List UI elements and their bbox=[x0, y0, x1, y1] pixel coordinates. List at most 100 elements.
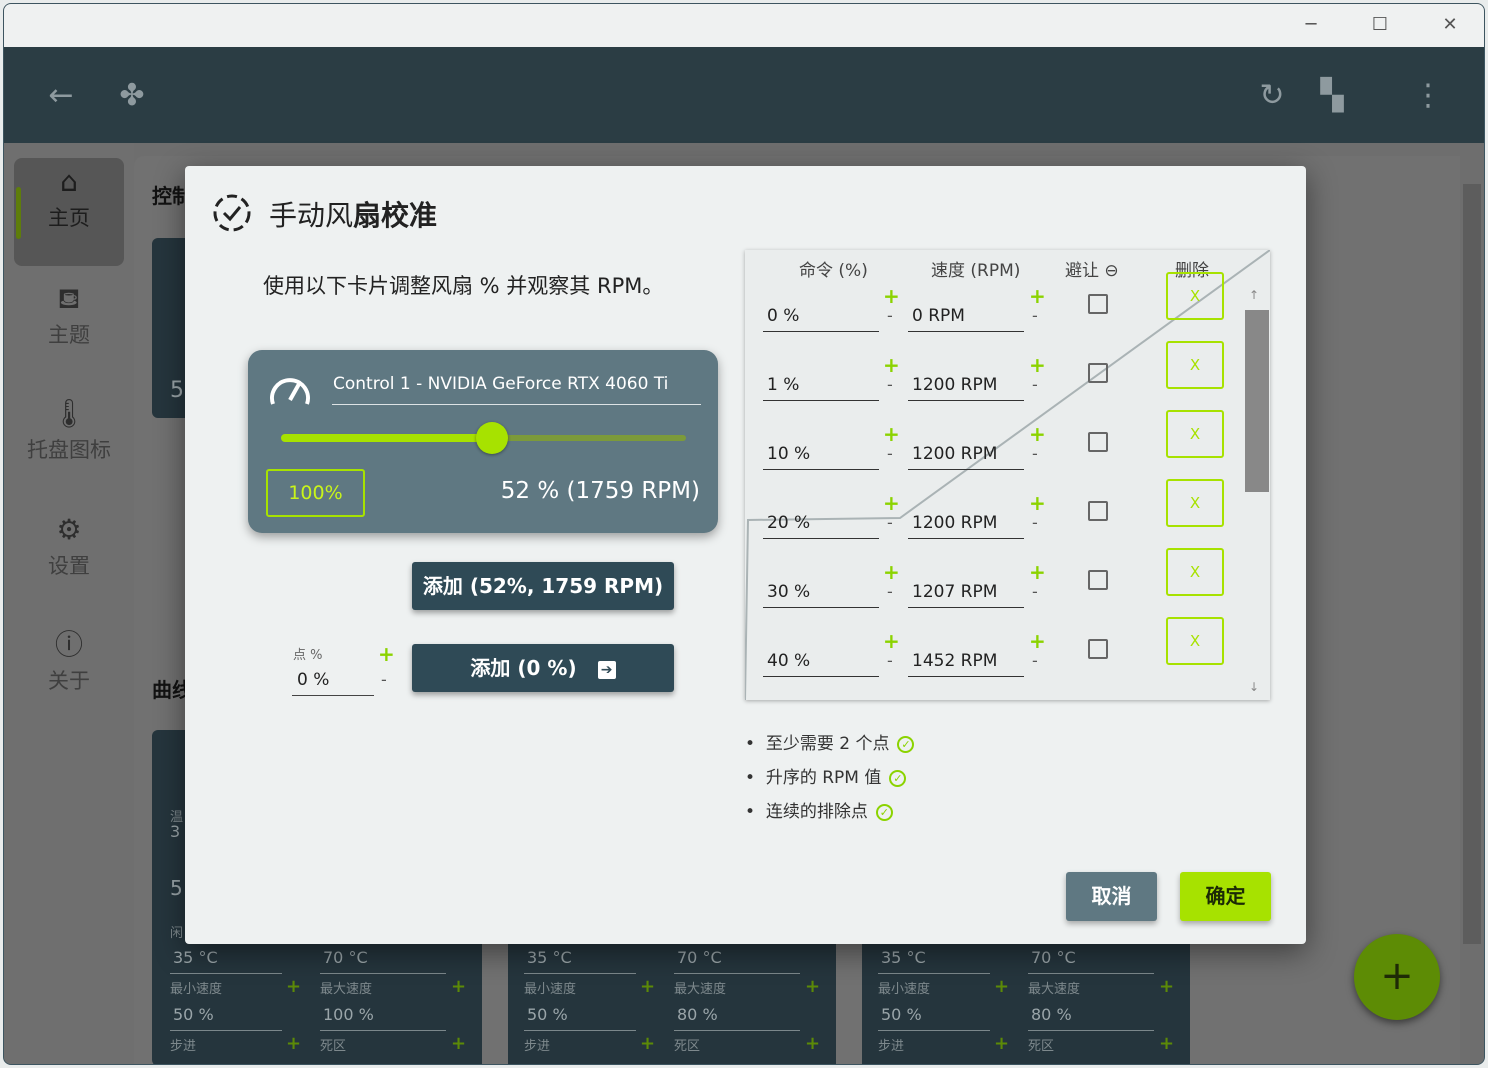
dialog-intro: 使用以下卡片调整风扇 % 并观察其 RPM。 bbox=[263, 274, 664, 298]
speed-increment-button[interactable]: + bbox=[1029, 629, 1046, 653]
speed-increment-button[interactable]: + bbox=[1029, 284, 1046, 308]
cmd-input[interactable]: 20 % bbox=[767, 513, 810, 533]
add-point-button[interactable]: 添加 (0 %) ➔ bbox=[412, 644, 674, 692]
thermometer-icon: 🌡 bbox=[51, 397, 87, 430]
cmd-increment-button[interactable]: + bbox=[883, 353, 900, 377]
cmd-increment-button[interactable]: + bbox=[883, 422, 900, 446]
increment-button[interactable]: + bbox=[640, 1033, 655, 1054]
set-100-percent-button[interactable]: 100% bbox=[266, 469, 365, 517]
point-increment-button[interactable]: + bbox=[378, 642, 395, 666]
speed-input[interactable]: 0 RPM bbox=[912, 306, 965, 326]
max-speed-label: 最大速度 bbox=[320, 982, 373, 997]
speed-increment-button[interactable]: + bbox=[1029, 353, 1046, 377]
point-decrement-button[interactable]: - bbox=[381, 670, 387, 689]
increment-button[interactable]: + bbox=[805, 976, 820, 997]
avoid-checkbox[interactable] bbox=[1088, 501, 1108, 521]
avoid-checkbox[interactable] bbox=[1088, 294, 1108, 314]
avoid-checkbox[interactable] bbox=[1088, 363, 1108, 383]
increment-button[interactable]: + bbox=[805, 1033, 820, 1054]
field-underline bbox=[674, 1030, 800, 1031]
point-input[interactable]: 0 % bbox=[297, 670, 329, 690]
delete-row-button[interactable]: X bbox=[1166, 479, 1224, 527]
speed-decrement-button[interactable]: - bbox=[1032, 444, 1038, 463]
rule-text: 连续的排除点 bbox=[765, 802, 868, 822]
maximize-icon[interactable]: ☐ bbox=[1365, 12, 1395, 38]
increment-button[interactable]: + bbox=[640, 976, 655, 997]
cmd-decrement-button[interactable]: - bbox=[887, 306, 893, 325]
cmd-decrement-button[interactable]: - bbox=[887, 444, 893, 463]
cmd-input[interactable]: 30 % bbox=[767, 582, 810, 602]
cmd-decrement-button[interactable]: - bbox=[887, 651, 893, 670]
delete-row-button[interactable]: X bbox=[1166, 548, 1224, 596]
delete-row-button[interactable]: X bbox=[1166, 617, 1224, 665]
increment-button[interactable]: + bbox=[994, 1033, 1009, 1054]
control-readout: 52 % (1759 RPM) bbox=[500, 478, 700, 504]
sidebar-item-settings[interactable]: ⚙ 设置 bbox=[14, 506, 124, 614]
avoid-checkbox[interactable] bbox=[1088, 570, 1108, 590]
field-underline bbox=[878, 973, 990, 974]
delete-row-button[interactable]: X bbox=[1166, 341, 1224, 389]
field-underline bbox=[320, 1030, 446, 1031]
add-current-point-button[interactable]: 添加 (52%, 1759 RPM) bbox=[412, 562, 674, 610]
cancel-button[interactable]: 取消 bbox=[1066, 872, 1157, 921]
increment-button[interactable]: + bbox=[451, 1033, 466, 1054]
scroll-up-icon[interactable]: ↑ bbox=[1249, 288, 1259, 302]
cmd-increment-button[interactable]: + bbox=[883, 491, 900, 515]
arrow-left-icon[interactable]: ← bbox=[41, 76, 81, 116]
dashboard-edit-icon[interactable]: ▚ bbox=[1312, 76, 1352, 116]
scroll-down-icon[interactable]: ↓ bbox=[1249, 680, 1259, 694]
cmd-input[interactable]: 40 % bbox=[767, 651, 810, 671]
increment-button[interactable]: + bbox=[1159, 1033, 1174, 1054]
cmd-decrement-button[interactable]: - bbox=[887, 513, 893, 532]
speed-decrement-button[interactable]: - bbox=[1032, 582, 1038, 601]
speed-input[interactable]: 1200 RPM bbox=[912, 375, 997, 395]
minimize-icon[interactable]: ─ bbox=[1296, 12, 1326, 38]
field-underline bbox=[170, 973, 282, 974]
speed-increment-button[interactable]: + bbox=[1029, 491, 1046, 515]
speed-decrement-button[interactable]: - bbox=[1032, 651, 1038, 670]
increment-button[interactable]: + bbox=[994, 976, 1009, 997]
cmd-input[interactable]: 10 % bbox=[767, 444, 810, 464]
speed-decrement-button[interactable]: - bbox=[1032, 306, 1038, 325]
plus-icon[interactable]: + bbox=[1354, 934, 1440, 1020]
delete-row-button[interactable]: X bbox=[1166, 272, 1224, 320]
cmd-input[interactable]: 1 % bbox=[767, 375, 799, 395]
increment-button[interactable]: + bbox=[451, 976, 466, 997]
increment-button[interactable]: + bbox=[1159, 976, 1174, 997]
speed-decrement-button[interactable]: - bbox=[1032, 375, 1038, 394]
refresh-icon[interactable]: ↻ bbox=[1252, 76, 1292, 116]
cmd-increment-button[interactable]: + bbox=[883, 560, 900, 584]
rule-min-points: • 至少需要 2 个点 ✓ bbox=[745, 729, 915, 754]
sidebar-item-tray-icon[interactable]: 🌡 托盘图标 bbox=[14, 390, 124, 498]
cmd-underline bbox=[763, 538, 879, 539]
cmd-increment-button[interactable]: + bbox=[883, 284, 900, 308]
increment-button[interactable]: + bbox=[286, 1033, 301, 1054]
close-icon[interactable]: ✕ bbox=[1435, 12, 1465, 38]
avoid-checkbox[interactable] bbox=[1088, 432, 1108, 452]
sidebar-item-home[interactable]: ⌂ 主页 bbox=[14, 158, 124, 266]
increment-button[interactable]: + bbox=[286, 976, 301, 997]
speed-increment-button[interactable]: + bbox=[1029, 560, 1046, 584]
fan-slider-handle[interactable] bbox=[475, 422, 508, 454]
avoid-checkbox[interactable] bbox=[1088, 639, 1108, 659]
speed-input[interactable]: 1452 RPM bbox=[912, 651, 997, 671]
table-scrollbar-thumb[interactable] bbox=[1245, 310, 1269, 492]
speed-input[interactable]: 1200 RPM bbox=[912, 444, 997, 464]
speed-input[interactable]: 1207 RPM bbox=[912, 582, 997, 602]
speed-decrement-button[interactable]: - bbox=[1032, 513, 1038, 532]
cmd-decrement-button[interactable]: - bbox=[887, 375, 893, 394]
sidebar-item-theme[interactable]: ⛾ 主题 bbox=[14, 275, 124, 383]
main-scrollbar-thumb[interactable] bbox=[1463, 184, 1481, 944]
cmd-increment-button[interactable]: + bbox=[883, 629, 900, 653]
more-vertical-icon[interactable]: ⋮ bbox=[1408, 76, 1448, 116]
cmd-decrement-button[interactable]: - bbox=[887, 582, 893, 601]
delete-row-button[interactable]: X bbox=[1166, 410, 1224, 458]
confirm-button[interactable]: 确定 bbox=[1180, 872, 1271, 921]
max-speed: 100 % bbox=[323, 1005, 374, 1024]
sidebar-item-about[interactable]: ⓘ 关于 bbox=[14, 621, 124, 729]
dialog-title: 手动风扇校准 bbox=[269, 194, 437, 234]
speed-increment-button[interactable]: + bbox=[1029, 422, 1046, 446]
min-speed-label: 最小速度 bbox=[878, 982, 931, 997]
cmd-input[interactable]: 0 % bbox=[767, 306, 799, 326]
speed-input[interactable]: 1200 RPM bbox=[912, 513, 997, 533]
